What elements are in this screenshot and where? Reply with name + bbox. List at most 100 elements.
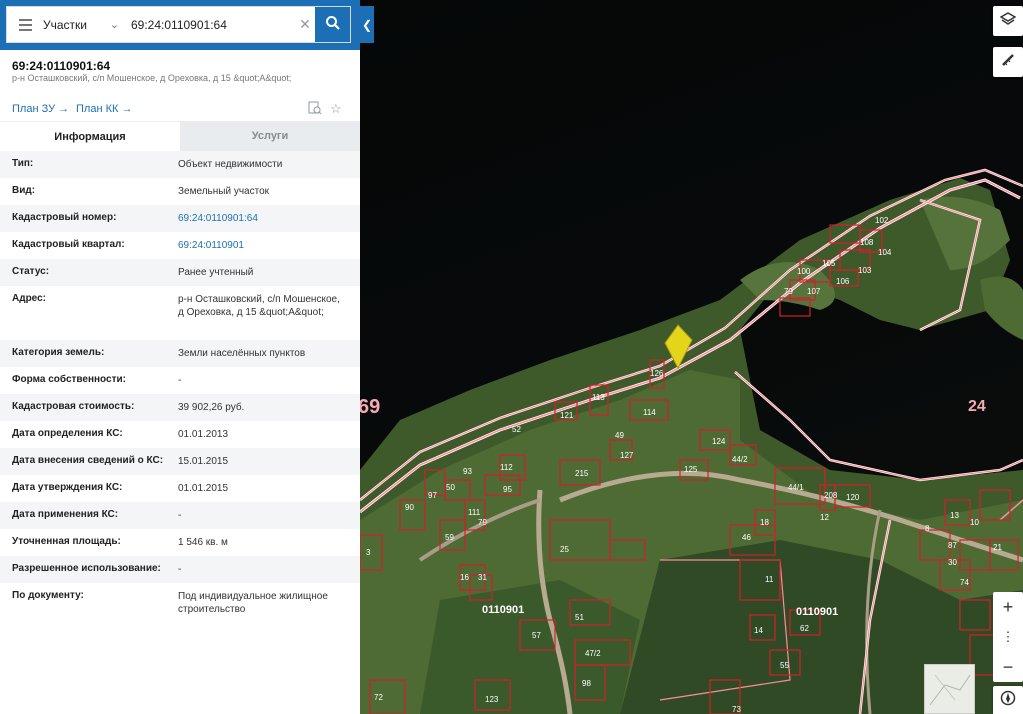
svg-text:127: 127: [620, 451, 634, 460]
svg-text:44/1: 44/1: [788, 483, 804, 492]
svg-text:111: 111: [468, 508, 481, 517]
info-value: р-н Осташковский, с/п Мошенское, д Орехо…: [178, 294, 340, 318]
clear-icon[interactable]: ✕: [295, 16, 315, 33]
svg-text:112: 112: [500, 463, 513, 472]
search-input[interactable]: 69:24:0110901:64: [127, 18, 295, 32]
object-subtitle: р-н Осташковский, с/п Мошенское, д Орехо…: [12, 73, 292, 83]
svg-text:31: 31: [478, 573, 487, 582]
info-value: Ранее учтенный: [178, 267, 254, 278]
info-row: Адрес: р-н Осташковский, с/п Мошенское, …: [0, 286, 360, 340]
svg-text:47/2: 47/2: [585, 649, 601, 658]
info-label: Уточненная площадь:: [12, 536, 121, 547]
info-row: Форма собственности: -: [0, 367, 360, 394]
zoom-control: + ⋮ −: [993, 592, 1023, 682]
svg-text:95: 95: [503, 485, 512, 494]
info-row: Уточненная площадь: 1 546 кв. м: [0, 529, 360, 556]
svg-text:59: 59: [445, 533, 454, 542]
svg-text:14: 14: [754, 626, 763, 635]
info-label: Кадастровая стоимость:: [12, 401, 135, 412]
layers-icon: [999, 11, 1017, 32]
info-row: Дата внесения сведений о КС: 15.01.2015: [0, 448, 360, 475]
info-row: Тип: Объект недвижимости: [0, 151, 360, 178]
district-label-24: 24: [968, 398, 986, 415]
zoom-more-button[interactable]: ⋮: [993, 622, 1023, 652]
info-label: По документу:: [12, 590, 84, 601]
info-label: Дата внесения сведений о КС:: [12, 455, 164, 466]
svg-text:215: 215: [575, 469, 589, 478]
svg-text:107: 107: [807, 287, 821, 296]
svg-text:98: 98: [582, 679, 591, 688]
info-label: Разрешенное использование:: [12, 563, 161, 574]
svg-text:12: 12: [820, 513, 829, 522]
plan-kk-link[interactable]: План КК →: [76, 103, 132, 115]
compass-button[interactable]: [993, 686, 1023, 714]
satellite-map: 102 108 104 103 105 106 100 107 79 126 1…: [360, 168, 1023, 714]
info-label: Форма собственности:: [12, 374, 126, 385]
chevron-down-icon: ⌄: [109, 19, 119, 31]
svg-text:124: 124: [712, 437, 726, 446]
cadastral-quarter-link[interactable]: 69:24:0110901: [178, 239, 348, 252]
category-select-value: Участки: [43, 17, 87, 32]
menu-icon[interactable]: [7, 7, 43, 42]
svg-text:103: 103: [858, 266, 872, 275]
svg-text:18: 18: [760, 518, 769, 527]
quarter-label-left: 0110901: [482, 604, 525, 616]
info-label: Адрес:: [12, 293, 46, 304]
info-label: Дата применения КС:: [12, 509, 119, 520]
search-button[interactable]: [315, 7, 350, 42]
svg-text:50: 50: [446, 483, 455, 492]
info-label: Дата утверждения КС:: [12, 482, 123, 493]
info-value: 15.01.2015: [178, 456, 229, 467]
info-label: Категория земель:: [12, 347, 105, 358]
svg-text:90: 90: [405, 503, 414, 512]
svg-text:123: 123: [485, 695, 499, 704]
svg-text:55: 55: [780, 661, 789, 670]
info-value: Земли населённых пунктов: [178, 348, 306, 359]
info-value: 01.01.2015: [178, 483, 229, 494]
svg-text:3: 3: [366, 548, 371, 557]
star-icon[interactable]: ☆: [330, 101, 342, 117]
info-label: Кадастровый номер:: [12, 212, 117, 223]
collapse-sidebar-button[interactable]: ❮: [360, 6, 374, 43]
info-row: Дата утверждения КС: 01.01.2015: [0, 475, 360, 502]
svg-text:97: 97: [428, 491, 437, 500]
info-label: Кадастровый квартал:: [12, 239, 125, 250]
info-row: Кадастровая стоимость: 39 902,26 руб.: [0, 394, 360, 421]
svg-text:8: 8: [925, 524, 930, 533]
svg-text:74: 74: [960, 578, 969, 587]
info-value: Земельный участок: [178, 186, 270, 197]
svg-text:100: 100: [797, 267, 811, 276]
zoom-out-button[interactable]: −: [993, 652, 1023, 682]
info-row: Дата определения КС: 01.01.2013: [0, 421, 360, 448]
svg-text:106: 106: [836, 277, 850, 286]
info-row: По документу: Под индивидуальное жилищно…: [0, 583, 360, 623]
map-view[interactable]: 102 108 104 103 105 106 100 107 79 126 1…: [360, 0, 1023, 714]
info-row: Разрешенное использование: -: [0, 556, 360, 583]
svg-text:21: 21: [993, 543, 1002, 552]
info-value: 01.01.2013: [178, 429, 229, 440]
ruler-icon: [1000, 52, 1016, 73]
svg-text:10: 10: [970, 518, 979, 527]
object-title: 69:24:0110901:64: [12, 59, 111, 73]
svg-text:16: 16: [460, 573, 469, 582]
cadastral-number-link[interactable]: 69:24:0110901:64: [178, 212, 348, 225]
layers-button[interactable]: [993, 6, 1023, 36]
svg-text:126: 126: [650, 369, 664, 378]
zoom-in-button[interactable]: +: [993, 592, 1023, 622]
svg-text:113: 113: [592, 393, 605, 402]
svg-text:57: 57: [532, 631, 541, 640]
svg-text:125: 125: [684, 465, 698, 474]
info-row: Статус: Ранее учтенный: [0, 259, 360, 286]
ruler-button[interactable]: [993, 47, 1023, 77]
tab-services[interactable]: Услуги: [180, 121, 360, 151]
info-row: Дата применения КС: -: [0, 502, 360, 529]
plan-zu-link[interactable]: План ЗУ →: [12, 103, 69, 115]
svg-text:52: 52: [512, 425, 521, 434]
minimap[interactable]: [924, 664, 975, 714]
info-value: Под индивидуальное жилищное строительств…: [178, 591, 328, 615]
category-select[interactable]: Участки ⌄: [43, 18, 127, 32]
report-icon[interactable]: [308, 101, 322, 118]
tab-information[interactable]: Информация: [0, 121, 180, 151]
compass-icon: [1000, 690, 1016, 711]
svg-text:102: 102: [875, 216, 889, 225]
